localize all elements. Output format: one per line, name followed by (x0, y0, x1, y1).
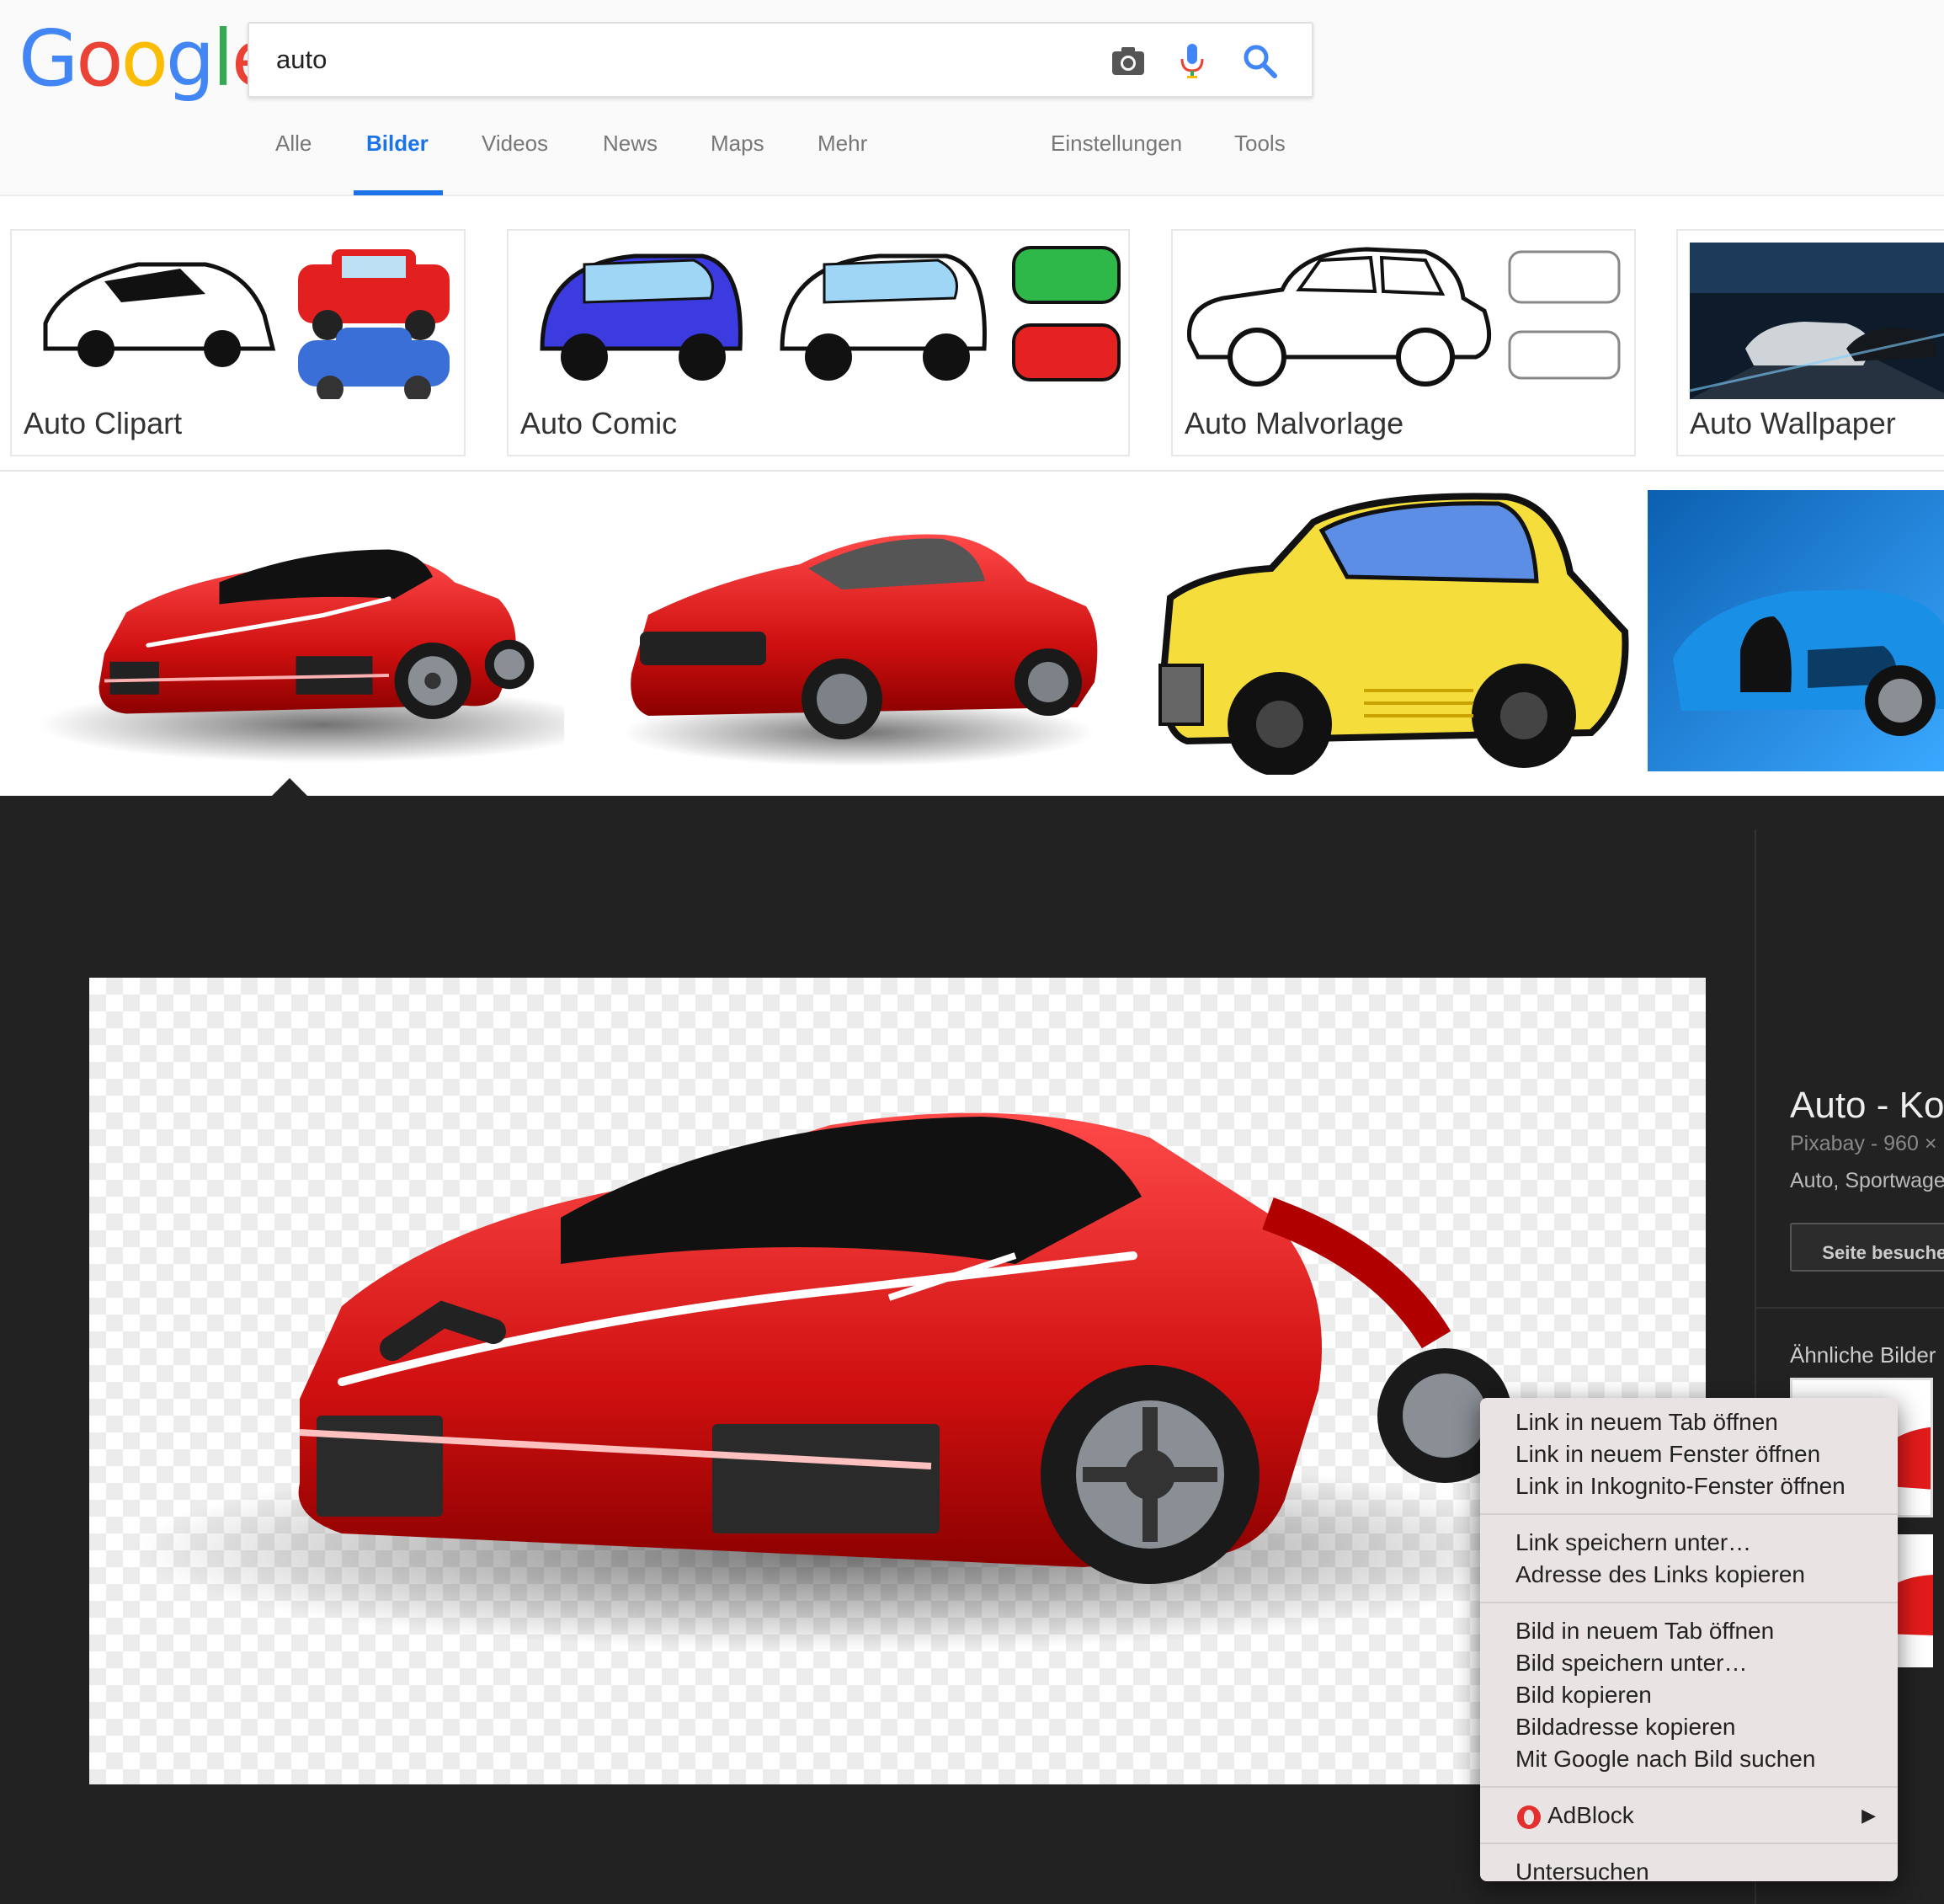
result-thumbnail-3[interactable] (1153, 488, 1629, 775)
menu-open-link-new-tab[interactable]: Link in neuem Tab öffnen (1480, 1406, 1898, 1438)
result-thumbnail-4[interactable] (1648, 490, 1944, 771)
tools-link[interactable]: Tools (1234, 131, 1286, 196)
visit-page-button[interactable]: Seite besuchen (1790, 1223, 1944, 1272)
menu-save-image-as[interactable]: Bild speichern unter… (1480, 1647, 1898, 1679)
logo-letter: g (165, 13, 215, 104)
menu-group-image: Bild in neuem Tab öffnen Bild speichern … (1480, 1615, 1898, 1775)
menu-separator (1480, 1843, 1898, 1844)
result-thumbnail-2[interactable] (589, 488, 1128, 775)
menu-open-link-incognito[interactable]: Link in Inkognito-Fenster öffnen (1480, 1470, 1898, 1502)
result-image (1648, 490, 1944, 771)
tab-mehr[interactable]: Mehr (818, 131, 867, 196)
preview-image[interactable] (89, 978, 1706, 1784)
related-chip-comic[interactable]: Auto Comic (507, 229, 1130, 456)
menu-open-link-new-window[interactable]: Link in neuem Fenster öffnen (1480, 1438, 1898, 1470)
logo-letter: o (120, 13, 168, 104)
tab-maps[interactable]: Maps (711, 131, 764, 196)
preview-car-image (131, 1112, 1563, 1651)
menu-inspect[interactable]: Untersuchen (1480, 1856, 1898, 1888)
chip-label: Auto Wallpaper (1690, 406, 1896, 440)
menu-separator (1480, 1602, 1898, 1603)
menu-copy-image[interactable]: Bild kopieren (1480, 1679, 1898, 1711)
logo-letter: o (76, 13, 123, 104)
menu-save-link-as[interactable]: Link speichern unter… (1480, 1527, 1898, 1559)
chip-label: Auto Clipart (24, 406, 183, 440)
menu-separator (1480, 1513, 1898, 1515)
menu-copy-image-address[interactable]: Bildadresse kopieren (1480, 1711, 1898, 1743)
menu-group-link-open: Link in neuem Tab öffnen Link in neuem F… (1480, 1406, 1898, 1502)
menu-copy-link-address[interactable]: Adresse des Links kopieren (1480, 1559, 1898, 1591)
result-thumbnail-1[interactable] (17, 488, 564, 775)
menu-adblock-label: AdBlock (1547, 1802, 1634, 1828)
related-chip-malvorlage[interactable]: Auto Malvorlage (1171, 229, 1636, 456)
menu-separator (1480, 1786, 1898, 1788)
side-panel-separator (1756, 1307, 1944, 1309)
search-box[interactable] (248, 22, 1313, 98)
tab-videos[interactable]: Videos (482, 131, 548, 196)
chip-thumbnail (43, 249, 450, 399)
tab-bilder[interactable]: Bilder (366, 131, 429, 196)
chip-thumbnail (540, 246, 1121, 381)
related-chip-wallpaper[interactable]: Auto Wallpaper (1676, 229, 1944, 456)
tab-news[interactable]: News (603, 131, 658, 196)
section-divider (0, 470, 1944, 472)
preview-description: Auto, Sportwage (1790, 1169, 1944, 1192)
menu-open-image-new-tab[interactable]: Bild in neuem Tab öffnen (1480, 1615, 1898, 1647)
submenu-arrow-icon: ▶ (1861, 1805, 1876, 1826)
result-image (1158, 493, 1629, 775)
context-menu: Link in neuem Tab öffnen Link in neuem F… (1480, 1398, 1898, 1885)
search-input[interactable] (276, 24, 1034, 96)
similar-images-title: Ähnliche Bilder (1790, 1342, 1936, 1368)
microphone-icon[interactable] (1172, 40, 1212, 81)
camera-icon[interactable] (1108, 40, 1148, 81)
logo-letter: G (19, 13, 78, 104)
google-logo[interactable]: Google (19, 20, 279, 98)
header: Google Alle Bilder Videos News Maps Mehr… (0, 0, 1944, 196)
preview-source: Pixabay - 960 × (1790, 1132, 1937, 1155)
result-image (17, 488, 564, 775)
settings-link[interactable]: Einstellungen (1051, 131, 1182, 196)
chip-label: Auto Comic (520, 406, 678, 440)
chip-thumbnail (1187, 247, 1621, 387)
logo-letter: l (212, 13, 234, 104)
chip-thumbnail (1689, 243, 1944, 399)
result-image (623, 534, 1098, 766)
menu-search-google-image[interactable]: Mit Google nach Bild suchen (1480, 1743, 1898, 1775)
chip-label: Auto Malvorlage (1185, 406, 1404, 440)
active-tab-indicator (354, 190, 443, 195)
search-icon[interactable] (1239, 40, 1280, 81)
preview-title[interactable]: Auto - Ko (1790, 1085, 1944, 1127)
menu-group-link-save: Link speichern unter… Adresse des Links … (1480, 1527, 1898, 1591)
tab-alle[interactable]: Alle (275, 131, 312, 196)
selection-pointer (271, 778, 308, 797)
menu-adblock[interactable]: AdBlock ▶ (1480, 1800, 1898, 1832)
adblock-icon (1517, 1805, 1541, 1829)
related-chip-clipart[interactable]: Auto Clipart (10, 229, 466, 456)
